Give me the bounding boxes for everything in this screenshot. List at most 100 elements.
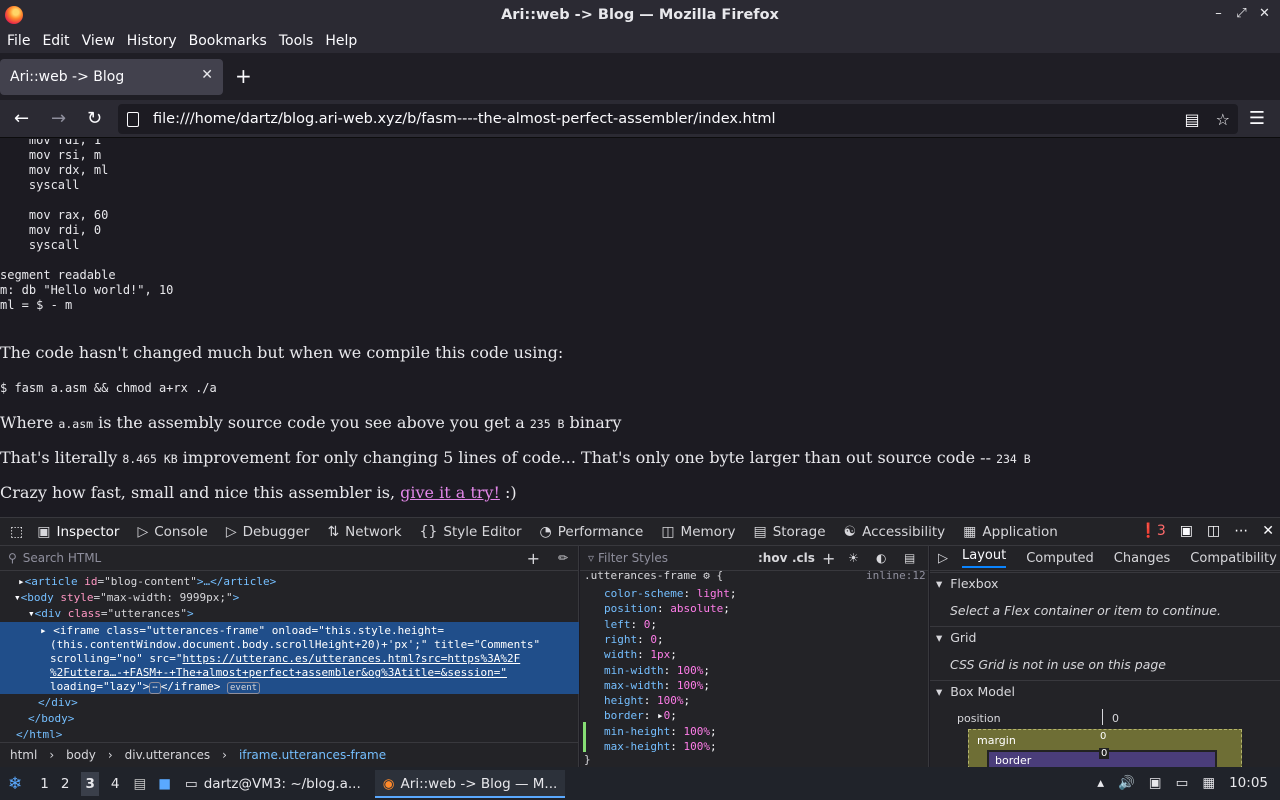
menu-view[interactable]: View [82, 33, 115, 49]
hov-toggle[interactable]: :hov [758, 551, 787, 565]
markup-body-close[interactable]: </body> [28, 712, 74, 726]
css-declaration[interactable]: min-width: 100%; [604, 663, 710, 678]
start-menu-icon[interactable]: ❄ [8, 774, 22, 794]
css-declaration[interactable]: color-scheme: light; [604, 586, 736, 601]
url-bar[interactable]: file:///home/dartz/blog.ari-web.xyz/b/fa… [118, 104, 1238, 134]
menu-edit[interactable]: Edit [42, 33, 69, 49]
error-count-badge[interactable]: ❗3 [1139, 523, 1165, 539]
workspace-3[interactable]: 3 [81, 771, 99, 796]
reader-view-icon[interactable]: ▤ [1185, 110, 1200, 129]
notes-icon[interactable]: ▣ [1149, 775, 1162, 791]
tab-debugger[interactable]: ▷ Debugger [226, 524, 310, 540]
menu-bookmarks[interactable]: Bookmarks [189, 33, 267, 49]
close-devtools-icon[interactable]: ✕ [1262, 523, 1274, 539]
position-value[interactable]: 0 [1112, 712, 1119, 725]
menu-help[interactable]: Help [325, 33, 357, 49]
toggle-sidebar-icon[interactable]: ▷ [938, 551, 948, 566]
app-menu-icon[interactable]: ☰ [1249, 108, 1265, 129]
css-declaration[interactable]: max-height: 100%; [604, 739, 717, 754]
tab-changes[interactable]: Changes [1114, 551, 1171, 566]
dock-side-icon[interactable]: ◫ [1207, 523, 1220, 539]
iframe-src-link[interactable]: https://utteranc.es/utterances.html?src=… [182, 652, 520, 665]
tab-performance[interactable]: ◔ Performance [540, 524, 644, 540]
firefox-window-button[interactable]: ◉ Ari::web -> Blog — M... [374, 769, 566, 798]
markup-iframe-line1[interactable]: ▸ <iframe class="utterances-frame" onloa… [40, 624, 444, 638]
browser-tab[interactable]: Ari::web -> Blog ✕ [0, 59, 223, 95]
terminal-window-button[interactable]: ▭ dartz@VM3: ~/blog.a... [185, 776, 361, 792]
css-declaration[interactable]: border: ▸0; [604, 708, 677, 723]
bookmark-star-icon[interactable]: ☆ [1216, 110, 1230, 129]
margin-value[interactable]: 0 [1100, 731, 1106, 742]
markup-div-utterances[interactable]: ▾<div class="utterances"> [28, 607, 194, 621]
tab-memory[interactable]: ◫ Memory [661, 524, 735, 540]
accessibility-icon: ☯ [843, 523, 857, 540]
menu-file[interactable]: File [7, 33, 30, 49]
breadcrumb-div[interactable]: div.utterances [125, 748, 210, 762]
tab-network[interactable]: ⇅ Network [327, 524, 401, 540]
volume-icon[interactable]: 🔊 [1118, 775, 1135, 791]
tab-compatibility[interactable]: Compatibility [1190, 551, 1277, 566]
menu-tools[interactable]: Tools [279, 33, 314, 49]
search-html-input[interactable]: ⚲ Search HTML + ✏ [0, 546, 578, 571]
tab-accessibility[interactable]: ☯ Accessibility [844, 524, 946, 540]
workspace-1[interactable]: 1 [40, 776, 49, 792]
give-it-a-try-link[interactable]: give it a try! [400, 483, 500, 502]
tab-layout[interactable]: Layout [962, 548, 1007, 568]
menu-history[interactable]: History [127, 33, 177, 49]
rule-source[interactable]: inline:12 [866, 568, 926, 583]
css-declaration[interactable]: left: 0; [604, 617, 657, 632]
css-declaration[interactable]: position: absolute; [604, 601, 730, 616]
desktop-icon[interactable]: ■ [158, 776, 171, 792]
print-media-icon[interactable]: ▤ [904, 551, 915, 565]
css-declaration[interactable]: height: 100%; [604, 693, 690, 708]
dark-scheme-icon[interactable]: ◐ [876, 551, 886, 565]
markup-article[interactable]: ▸<article id="blog-content">…</article> [18, 575, 276, 589]
close-tab-icon[interactable]: ✕ [201, 67, 213, 83]
tab-application[interactable]: ▦ Application [963, 524, 1058, 540]
markup-html-close[interactable]: </html> [16, 728, 62, 742]
tab-storage[interactable]: ▤ Storage [753, 524, 825, 540]
grid-section[interactable]: ▾ Grid [930, 626, 1280, 648]
new-tab-button[interactable]: + [235, 64, 252, 88]
back-arrow-icon[interactable]: ← [14, 108, 29, 129]
close-window-button[interactable]: ✕ [1257, 6, 1272, 21]
event-badge[interactable]: event [227, 682, 261, 694]
light-scheme-icon[interactable]: ☀ [848, 551, 859, 565]
breadcrumb-iframe[interactable]: iframe.utterances-frame [239, 748, 386, 762]
minimize-button[interactable]: – [1211, 6, 1226, 21]
rule-selector: .utterances-frame ⚙ { [584, 569, 724, 582]
markup-body[interactable]: ▾<body style="max-width: 9999px;"> [14, 591, 239, 605]
element-picker-icon[interactable]: ⬚ [10, 524, 23, 540]
add-node-icon[interactable]: + [527, 549, 540, 568]
box-model-section[interactable]: ▾ Box Model [930, 680, 1280, 702]
tab-style-editor[interactable]: {} Style Editor [420, 524, 522, 540]
tab-console[interactable]: ▷ Console [137, 524, 207, 540]
network-tray-icon[interactable]: ▦ [1202, 775, 1215, 791]
add-rule-icon[interactable]: + [822, 549, 835, 568]
reload-icon[interactable]: ↻ [87, 108, 102, 129]
border-value[interactable]: 0 [1099, 748, 1110, 759]
css-declaration[interactable]: min-height: 100%; [604, 724, 717, 739]
markup-div-close[interactable]: </div> [38, 696, 78, 710]
responsive-design-icon[interactable]: ▣ [1180, 523, 1193, 539]
breadcrumb-html[interactable]: html [10, 748, 37, 762]
workspace-2[interactable]: 2 [61, 776, 70, 792]
flexbox-section[interactable]: ▾ Flexbox [930, 572, 1280, 594]
more-options-icon[interactable]: ⋯ [1234, 523, 1248, 539]
workspace-4[interactable]: 4 [111, 776, 120, 792]
filter-icon: ▿ [588, 551, 595, 565]
breadcrumb-body[interactable]: body [66, 748, 96, 762]
forward-arrow-icon[interactable]: → [51, 108, 66, 129]
tray-upload-icon[interactable]: ▴ [1097, 775, 1104, 791]
tab-inspector[interactable]: ▣ Inspector [37, 524, 119, 540]
display-icon[interactable]: ▭ [1176, 775, 1189, 791]
css-declaration[interactable]: max-width: 100%; [604, 678, 710, 693]
tab-computed[interactable]: Computed [1026, 551, 1094, 566]
css-declaration[interactable]: right: 0; [604, 632, 664, 647]
css-declaration[interactable]: width: 1px; [604, 647, 677, 662]
cls-toggle[interactable]: .cls [792, 551, 815, 565]
eyedropper-icon[interactable]: ✏ [558, 551, 568, 565]
maximize-button[interactable]: ⤢ [1234, 6, 1249, 21]
menu-bar: File Edit View History Bookmarks Tools H… [0, 29, 1280, 53]
file-manager-icon[interactable]: ▤ [133, 776, 146, 792]
